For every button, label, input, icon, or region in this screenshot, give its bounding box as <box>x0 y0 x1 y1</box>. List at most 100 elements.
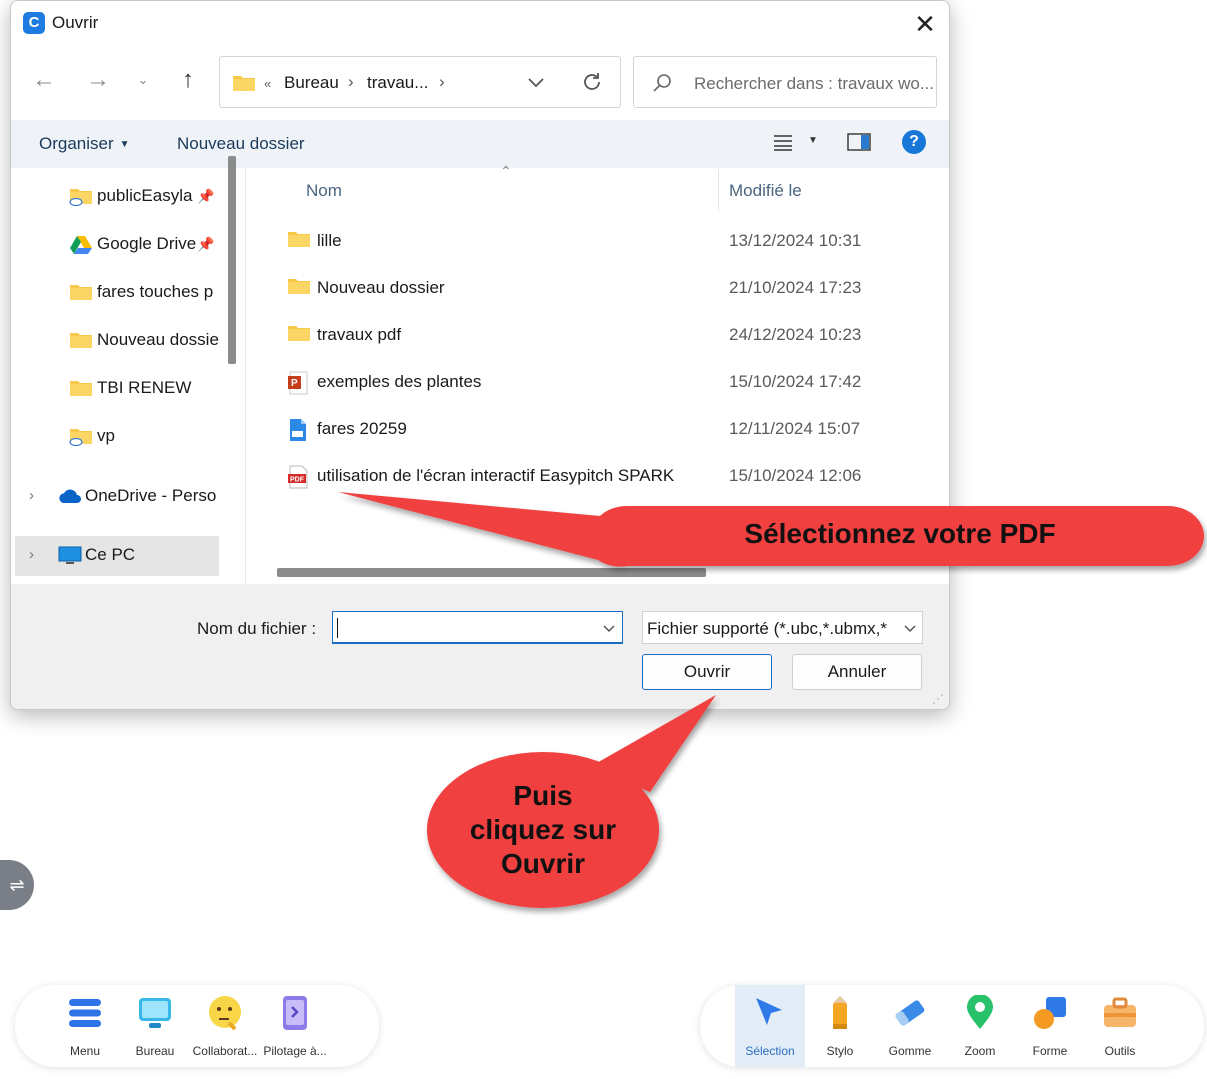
dock-item-forme[interactable]: Forme <box>1015 985 1085 1067</box>
chevron-right-icon[interactable]: › <box>29 546 34 563</box>
open-button[interactable]: Ouvrir <box>642 654 772 690</box>
sidebar-item-fares-touches[interactable]: fares touches p <box>11 273 219 313</box>
file-name: Nouveau dossier <box>317 278 445 297</box>
up-arrow-icon[interactable]: ↑ <box>173 65 203 95</box>
view-caret-down-icon[interactable]: ▼ <box>808 135 818 146</box>
sidebar-item-publiceasyla[interactable]: publicEasyla 📌 <box>11 177 219 217</box>
folder-icon <box>70 285 92 300</box>
resize-grip-icon[interactable]: ⋰ <box>932 692 944 706</box>
folder-icon <box>70 333 92 348</box>
sidebar-item-nouveau-dossier[interactable]: Nouveau dossier <box>11 321 219 361</box>
navigation-pane: publicEasyla 📌 Google Drive 📌 fares touc… <box>11 169 249 584</box>
sidebar-item-tbi-renew[interactable]: TBI RENEW <box>11 369 219 409</box>
shapes-icon <box>1034 997 1066 1029</box>
dock-label: Stylo <box>826 1044 854 1058</box>
file-name: fares 20259 <box>317 419 407 438</box>
dock-label: Menu <box>69 1044 101 1058</box>
folder-icon <box>288 279 310 294</box>
file-type-select[interactable]: Fichier supporté (*.ubc,*.ubmx,* <box>642 611 923 644</box>
forward-arrow-icon[interactable]: → <box>83 65 113 95</box>
thinking-face-icon <box>209 996 241 1031</box>
sidebar-scrollbar[interactable] <box>228 156 236 364</box>
dock-item-pilotage[interactable]: Pilotage à... <box>260 985 330 1067</box>
select-pdf-callout-text: Sélectionnez votre PDF <box>744 518 1056 549</box>
breadcrumb-separator-icon: › <box>348 72 354 91</box>
file-row[interactable]: P exemples des plantes 15/10/2024 17:42 <box>269 360 929 406</box>
cancel-button[interactable]: Annuler <box>792 654 922 690</box>
dock-item-gomme[interactable]: Gomme <box>875 985 945 1067</box>
dock-item-stylo[interactable]: Stylo <box>805 985 875 1067</box>
back-arrow-icon[interactable]: ← <box>29 65 59 95</box>
toolbox-icon <box>1104 997 1136 1027</box>
file-date: 12/11/2024 15:07 <box>729 419 861 438</box>
dock-item-bureau[interactable]: Bureau <box>120 985 190 1067</box>
new-folder-button[interactable]: Nouveau dossier <box>177 134 305 154</box>
search-box[interactable]: Rechercher dans : travaux wo... <box>633 56 937 108</box>
organize-label: Organiser <box>39 134 114 153</box>
chevron-right-icon[interactable]: › <box>29 487 34 504</box>
file-row[interactable]: lille 13/12/2024 10:31 <box>269 219 929 265</box>
file-row[interactable]: travaux pdf 24/12/2024 10:23 <box>269 313 929 359</box>
breadcrumb-travaux[interactable]: travau... <box>367 73 428 93</box>
dock-item-zoom[interactable]: Zoom <box>945 985 1015 1067</box>
file-date: 15/10/2024 12:06 <box>729 466 862 485</box>
sidebar-item-label: fares touches p <box>97 282 214 301</box>
folder-icon <box>70 381 92 396</box>
tablet-control-icon <box>283 996 307 1030</box>
breadcrumb-overflow[interactable]: « <box>264 76 271 91</box>
pdf-icon: PDF <box>288 465 308 489</box>
recent-chevron-down-icon[interactable]: ⌄ <box>128 65 158 95</box>
chevron-down-icon <box>904 625 916 633</box>
file-row[interactable]: fares 20259 12/11/2024 15:07 <box>269 407 929 453</box>
refresh-icon[interactable] <box>580 69 604 95</box>
column-header-modified[interactable]: Modifié le <box>729 181 802 201</box>
pane-divider <box>245 169 246 584</box>
dock-item-selection[interactable]: Sélection <box>735 985 805 1067</box>
breadcrumb-separator-icon: › <box>439 72 445 91</box>
sidebar-item-onedrive[interactable]: › OneDrive - Perso <box>11 477 219 517</box>
dock-label: Gomme <box>888 1044 932 1058</box>
file-row[interactable]: PDF utilisation de l'écran interactif Ea… <box>269 454 929 500</box>
sidebar-item-google-drive[interactable]: Google Drive 📌 <box>11 225 219 265</box>
powerpoint-icon: P <box>288 371 308 395</box>
dock-item-outils[interactable]: Outils <box>1085 985 1155 1067</box>
navigation-row: ← → ⌄ ↑ « Bureau › travau... › Recherche… <box>11 53 949 113</box>
open-file-dialog: C Ouvrir ✕ ← → ⌄ ↑ « Bureau › travau... … <box>10 0 950 710</box>
sidebar-item-ce-pc[interactable]: › Ce PC <box>15 536 219 576</box>
dock-item-collaboration[interactable]: Collaborat... <box>190 985 260 1067</box>
address-bar[interactable]: « Bureau › travau... › <box>219 56 621 108</box>
breadcrumb-bureau[interactable]: Bureau <box>284 73 339 93</box>
dialog-title: Ouvrir <box>52 13 99 32</box>
side-panel-toggle[interactable]: ⇌ <box>0 860 34 910</box>
column-separator[interactable] <box>718 169 719 211</box>
file-name: travaux pdf <box>317 325 402 344</box>
caret-down-icon: ▼ <box>119 139 130 151</box>
svg-text:PDF: PDF <box>290 477 305 484</box>
column-header-name[interactable]: Nom <box>306 181 342 201</box>
text-cursor <box>337 618 338 638</box>
search-icon <box>653 74 671 92</box>
close-icon[interactable]: ✕ <box>908 7 942 41</box>
file-date: 21/10/2024 17:23 <box>729 278 862 297</box>
file-list-horizontal-scrollbar[interactable] <box>277 568 706 577</box>
chevron-down-icon[interactable] <box>526 71 546 93</box>
file-row[interactable]: Nouveau dossier 21/10/2024 17:23 <box>269 266 929 312</box>
preview-pane-icon[interactable] <box>847 132 871 152</box>
cloud-folder-icon <box>69 429 92 447</box>
pencil-icon <box>833 996 847 1029</box>
organize-menu[interactable]: Organiser ▼ <box>39 134 130 154</box>
file-date: 13/12/2024 10:31 <box>729 231 862 250</box>
help-icon[interactable]: ? <box>902 130 926 154</box>
callout-line: Puis <box>513 780 573 811</box>
dialog-footer: Nom du fichier : Fichier supporté (*.ubc… <box>11 584 949 709</box>
file-name: utilisation de l'écran interactif Easypi… <box>317 466 675 485</box>
view-list-icon[interactable] <box>773 134 793 152</box>
swap-arrows-icon: ⇌ <box>9 875 25 895</box>
dock-label: Pilotage à... <box>263 1044 327 1058</box>
onedrive-icon <box>59 489 81 503</box>
dock-item-menu[interactable]: Menu <box>50 985 120 1067</box>
file-name: exemples des plantes <box>317 372 482 391</box>
chevron-down-icon[interactable] <box>601 620 617 636</box>
sidebar-item-vp[interactable]: vp <box>11 417 219 457</box>
filename-input[interactable] <box>332 611 623 644</box>
